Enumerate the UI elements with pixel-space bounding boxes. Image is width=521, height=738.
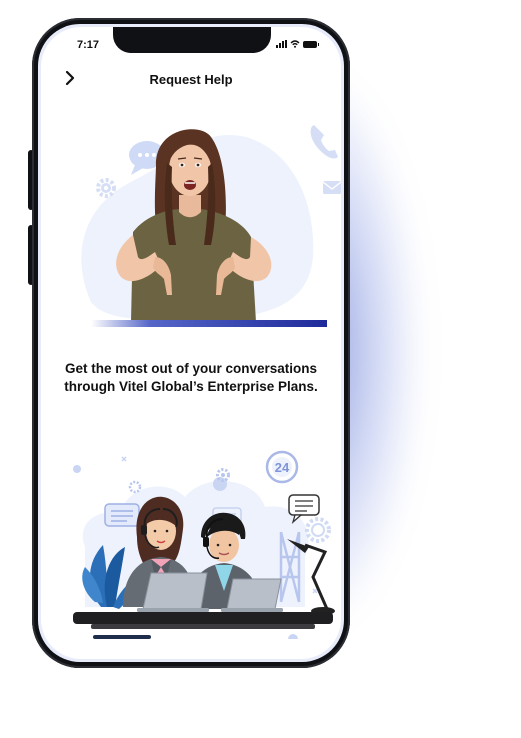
headline: Get the most out of your conversations t… (51, 360, 331, 396)
phone-notch (113, 27, 271, 53)
gear-icon (128, 480, 142, 494)
hero-illustration (81, 125, 341, 327)
accent-bar (91, 320, 327, 327)
headline-line: Get the most out of your conversations (64, 361, 318, 376)
gear-icon (305, 517, 331, 543)
desk-shadow (91, 624, 315, 629)
mail-icon (322, 181, 341, 194)
gear-icon (96, 178, 116, 198)
headline-line: through Vitel Global’s Enterprise Plans. (64, 379, 318, 394)
wifi-icon (290, 40, 300, 48)
home-indicator (93, 635, 151, 639)
app-screen: 7:17 Request Help Get the most out of yo… (41, 27, 341, 659)
phone-icon (310, 125, 338, 159)
status-time: 7:17 (77, 39, 100, 51)
desk (73, 612, 333, 624)
24-label: 24 (275, 460, 290, 475)
battery-icon (303, 40, 319, 48)
status-icons (276, 40, 319, 48)
24-hour-support-icon: 24 (265, 450, 299, 484)
signal-icon (276, 40, 287, 48)
message-bubble-icon (288, 494, 320, 524)
message-bubble-icon (104, 503, 140, 527)
screen-frame: 7:17 Request Help Get the most out of yo… (38, 24, 344, 662)
support-agents-illustration: 24 (73, 450, 335, 639)
page-title: Request Help (149, 72, 233, 87)
